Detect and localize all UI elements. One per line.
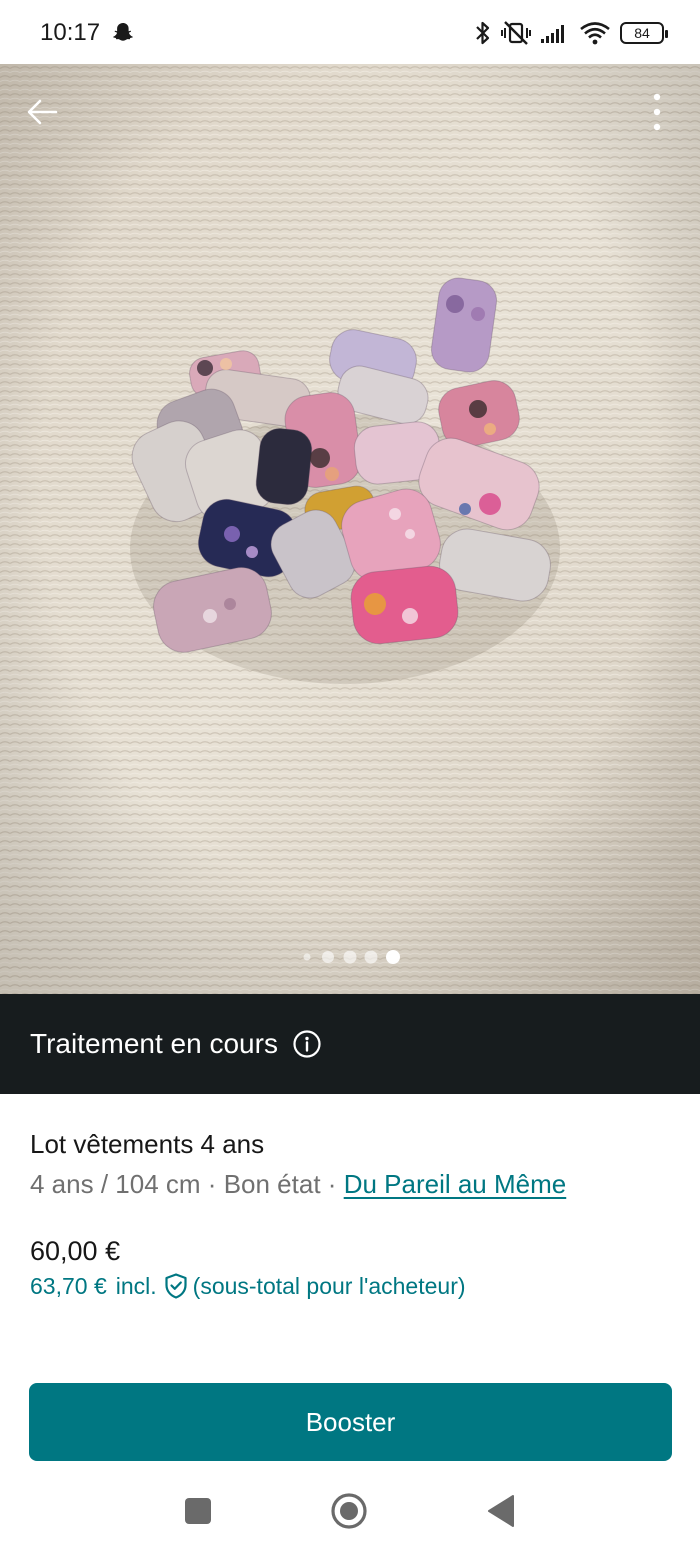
item-details: Lot vêtements 4 ans 4 ans / 104 cm · Bon…: [30, 1128, 680, 1200]
signal-icon: [541, 25, 564, 43]
item-title: Lot vêtements 4 ans: [30, 1129, 265, 1159]
processing-banner: Traitement en cours: [0, 994, 700, 1094]
home-circle-icon[interactable]: [330, 1492, 368, 1530]
snapchat-icon: [113, 23, 133, 41]
battery-level: 84: [634, 25, 650, 41]
item-condition: Bon état: [223, 1169, 321, 1199]
brand-link[interactable]: Du Pareil au Même: [344, 1169, 567, 1199]
wifi-icon: [580, 22, 610, 45]
page-dot: [343, 950, 357, 964]
recents-square-icon[interactable]: [183, 1496, 213, 1526]
status-time: 10:17: [40, 19, 101, 46]
booster-button[interactable]: Booster: [29, 1383, 672, 1461]
vibrate-mute-icon: [501, 21, 531, 45]
status-bar: 10:17 84: [0, 0, 700, 64]
buyer-price-row[interactable]: 63,70 € incl. (sous-total pour l'acheteu…: [30, 1272, 466, 1300]
system-nav-bar: [0, 1474, 700, 1556]
status-icons: 84: [474, 18, 668, 48]
bluetooth-icon: [476, 21, 490, 45]
buyer-note: (sous-total pour l'acheteur): [192, 1272, 466, 1299]
item-meta: 4 ans / 104 cm · Bon état · Du Pareil au…: [30, 1168, 680, 1200]
page-dot: [303, 953, 311, 961]
meta-separator: ·: [327, 1169, 337, 1199]
item-photo[interactable]: [0, 64, 700, 994]
meta-separator: ·: [207, 1169, 217, 1199]
photo-image: [0, 64, 700, 994]
page-dot-active: [386, 950, 400, 964]
more-vertical-icon[interactable]: [640, 90, 674, 134]
buyer-price: 63,70 €: [30, 1272, 107, 1299]
back-triangle-icon[interactable]: [486, 1494, 516, 1528]
shield-check-icon: [165, 1273, 187, 1299]
back-arrow-icon[interactable]: [22, 92, 62, 132]
item-price: 60,00 €: [30, 1236, 121, 1266]
battery-icon: 84: [620, 22, 668, 44]
processing-label: Traitement en cours: [30, 1028, 278, 1059]
buyer-price-incl: incl.: [115, 1272, 157, 1299]
page-indicator: [303, 950, 400, 964]
page-dot: [322, 951, 334, 963]
page-dot: [364, 950, 378, 964]
info-icon[interactable]: [292, 1029, 322, 1059]
item-size: 4 ans / 104 cm: [30, 1169, 201, 1199]
